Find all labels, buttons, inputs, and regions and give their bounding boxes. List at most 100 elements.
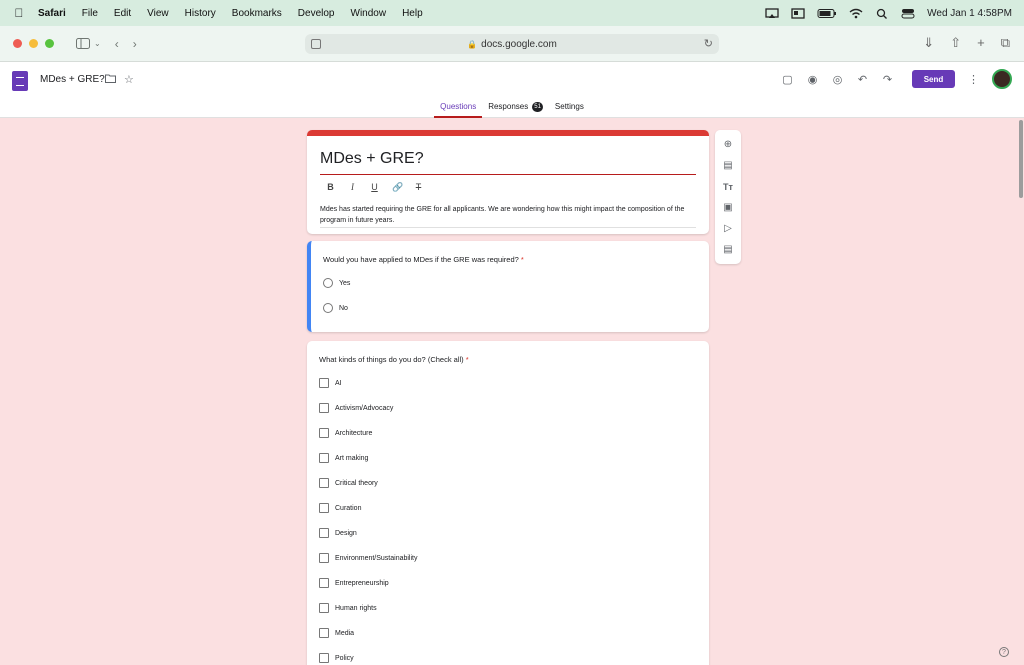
checkbox-option[interactable]: Policy: [319, 653, 354, 663]
share-icon[interactable]: ⇧: [950, 35, 961, 51]
checkbox[interactable]: [319, 553, 329, 563]
checkbox-option[interactable]: Critical theory: [319, 478, 378, 488]
addon-icon[interactable]: ▢: [781, 73, 794, 86]
checkbox[interactable]: [319, 478, 329, 488]
new-tab-icon[interactable]: +: [977, 35, 985, 51]
chevron-down-icon[interactable]: ⌄: [94, 39, 101, 48]
menu-bar:  Safari File Edit View History Bookmark…: [0, 0, 1024, 26]
link-icon[interactable]: 🔗: [392, 182, 403, 193]
folder-icon[interactable]: [105, 74, 116, 86]
forward-icon[interactable]: ›: [133, 37, 137, 51]
checkbox[interactable]: [319, 528, 329, 538]
document-title[interactable]: MDes + GRE?: [40, 74, 105, 85]
address-bar[interactable]: 🔒 docs.google.com ↻: [305, 34, 719, 54]
checkbox-option[interactable]: Environment/Sustainability: [319, 553, 418, 563]
downloads-icon[interactable]: ⇓: [923, 35, 934, 51]
question-card-2[interactable]: What kinds of things do you do? (Check a…: [307, 341, 709, 665]
forms-logo-icon[interactable]: [12, 71, 28, 91]
italic-icon[interactable]: I: [348, 182, 357, 193]
screen-mirroring-icon[interactable]: [765, 7, 779, 19]
window-layout-icon[interactable]: [791, 7, 805, 19]
menu-history[interactable]: History: [177, 8, 224, 19]
lock-icon: 🔒: [467, 39, 478, 49]
required-asterisk: *: [465, 355, 469, 364]
checkbox-option[interactable]: Architecture: [319, 428, 372, 438]
menu-help[interactable]: Help: [394, 8, 431, 19]
menu-bookmarks[interactable]: Bookmarks: [224, 8, 290, 19]
search-icon[interactable]: [875, 8, 889, 19]
close-window-button[interactable]: [13, 39, 22, 48]
checkbox[interactable]: [319, 428, 329, 438]
zoom-window-button[interactable]: [45, 39, 54, 48]
checkbox[interactable]: [319, 453, 329, 463]
checkbox-option[interactable]: Human rights: [319, 603, 377, 613]
preview-eye-icon[interactable]: ◎: [831, 73, 844, 86]
question-2-title[interactable]: What kinds of things do you do? (Check a…: [319, 355, 469, 364]
checkbox[interactable]: [319, 603, 329, 613]
form-title[interactable]: MDes + GRE?: [320, 150, 424, 168]
add-image-icon[interactable]: ▣: [723, 201, 732, 215]
checkbox[interactable]: [319, 578, 329, 588]
question-card-1[interactable]: Would you have applied to MDes if the GR…: [307, 241, 709, 332]
sidebar-toggle-icon[interactable]: [76, 38, 90, 49]
battery-icon[interactable]: [817, 8, 837, 19]
send-button[interactable]: Send: [912, 70, 955, 88]
checkbox-option[interactable]: Media: [319, 628, 354, 638]
redo-icon[interactable]: ↷: [881, 73, 894, 86]
question-1-title[interactable]: Would you have applied to MDes if the GR…: [323, 255, 524, 264]
tab-settings[interactable]: Settings: [549, 102, 590, 118]
more-options-icon[interactable]: ⋮: [967, 73, 980, 86]
option-label: Curation: [335, 504, 362, 512]
page-settings-icon[interactable]: [311, 39, 321, 49]
menu-edit[interactable]: Edit: [106, 8, 139, 19]
tab-overview-icon[interactable]: ⧉: [1001, 35, 1010, 51]
toolbar-actions: ⇓ ⇧ + ⧉: [923, 35, 1010, 51]
control-center-icon[interactable]: [901, 8, 915, 19]
tab-responses[interactable]: Responses 51: [482, 102, 549, 118]
tab-questions[interactable]: Questions: [434, 102, 483, 118]
underline-icon[interactable]: U: [370, 182, 379, 193]
palette-icon[interactable]: ◉: [806, 73, 819, 86]
checkbox[interactable]: [319, 628, 329, 638]
checkbox-option[interactable]: Activism/Advocacy: [319, 403, 393, 413]
import-questions-icon[interactable]: ▤: [723, 159, 732, 173]
star-icon[interactable]: ☆: [124, 73, 134, 86]
wifi-icon[interactable]: [849, 8, 863, 19]
checkbox-option[interactable]: Curation: [319, 503, 361, 513]
menu-app-safari[interactable]: Safari: [30, 8, 74, 19]
help-icon[interactable]: ?: [999, 647, 1009, 657]
add-video-icon[interactable]: ▷: [724, 222, 732, 236]
clock[interactable]: Wed Jan 1 4:58PM: [927, 8, 1012, 19]
checkbox[interactable]: [319, 653, 329, 663]
radio-option-yes[interactable]: Yes: [323, 278, 350, 288]
clear-format-icon[interactable]: T: [414, 182, 423, 193]
menu-file[interactable]: File: [74, 8, 106, 19]
form-description[interactable]: Mdes has started requiring the GRE for a…: [320, 204, 696, 228]
checkbox[interactable]: [319, 503, 329, 513]
radio-button[interactable]: [323, 303, 333, 313]
form-title-card[interactable]: MDes + GRE? B I U 🔗 T Mdes has started r…: [307, 130, 709, 234]
undo-icon[interactable]: ↶: [856, 73, 869, 86]
minimize-window-button[interactable]: [29, 39, 38, 48]
add-section-icon[interactable]: ▤: [723, 243, 732, 257]
radio-button[interactable]: [323, 278, 333, 288]
checkbox-option[interactable]: AI: [319, 378, 342, 388]
scrollbar[interactable]: [1019, 120, 1023, 198]
bold-icon[interactable]: B: [326, 182, 335, 193]
reload-icon[interactable]: ↻: [704, 37, 713, 50]
checkbox[interactable]: [319, 378, 329, 388]
add-question-icon[interactable]: ⊕: [724, 138, 732, 152]
avatar[interactable]: [992, 69, 1012, 89]
radio-option-no[interactable]: No: [323, 303, 348, 313]
checkbox[interactable]: [319, 403, 329, 413]
question-1-text: Would you have applied to MDes if the GR…: [323, 255, 519, 264]
apple-icon[interactable]: : [0, 6, 30, 20]
menu-develop[interactable]: Develop: [290, 8, 343, 19]
add-title-icon[interactable]: Tт: [723, 180, 733, 194]
checkbox-option[interactable]: Design: [319, 528, 357, 538]
checkbox-option[interactable]: Entrepreneurship: [319, 578, 389, 588]
menu-window[interactable]: Window: [343, 8, 395, 19]
checkbox-option[interactable]: Art making: [319, 453, 368, 463]
menu-view[interactable]: View: [139, 8, 177, 19]
back-icon[interactable]: ‹: [115, 37, 119, 51]
